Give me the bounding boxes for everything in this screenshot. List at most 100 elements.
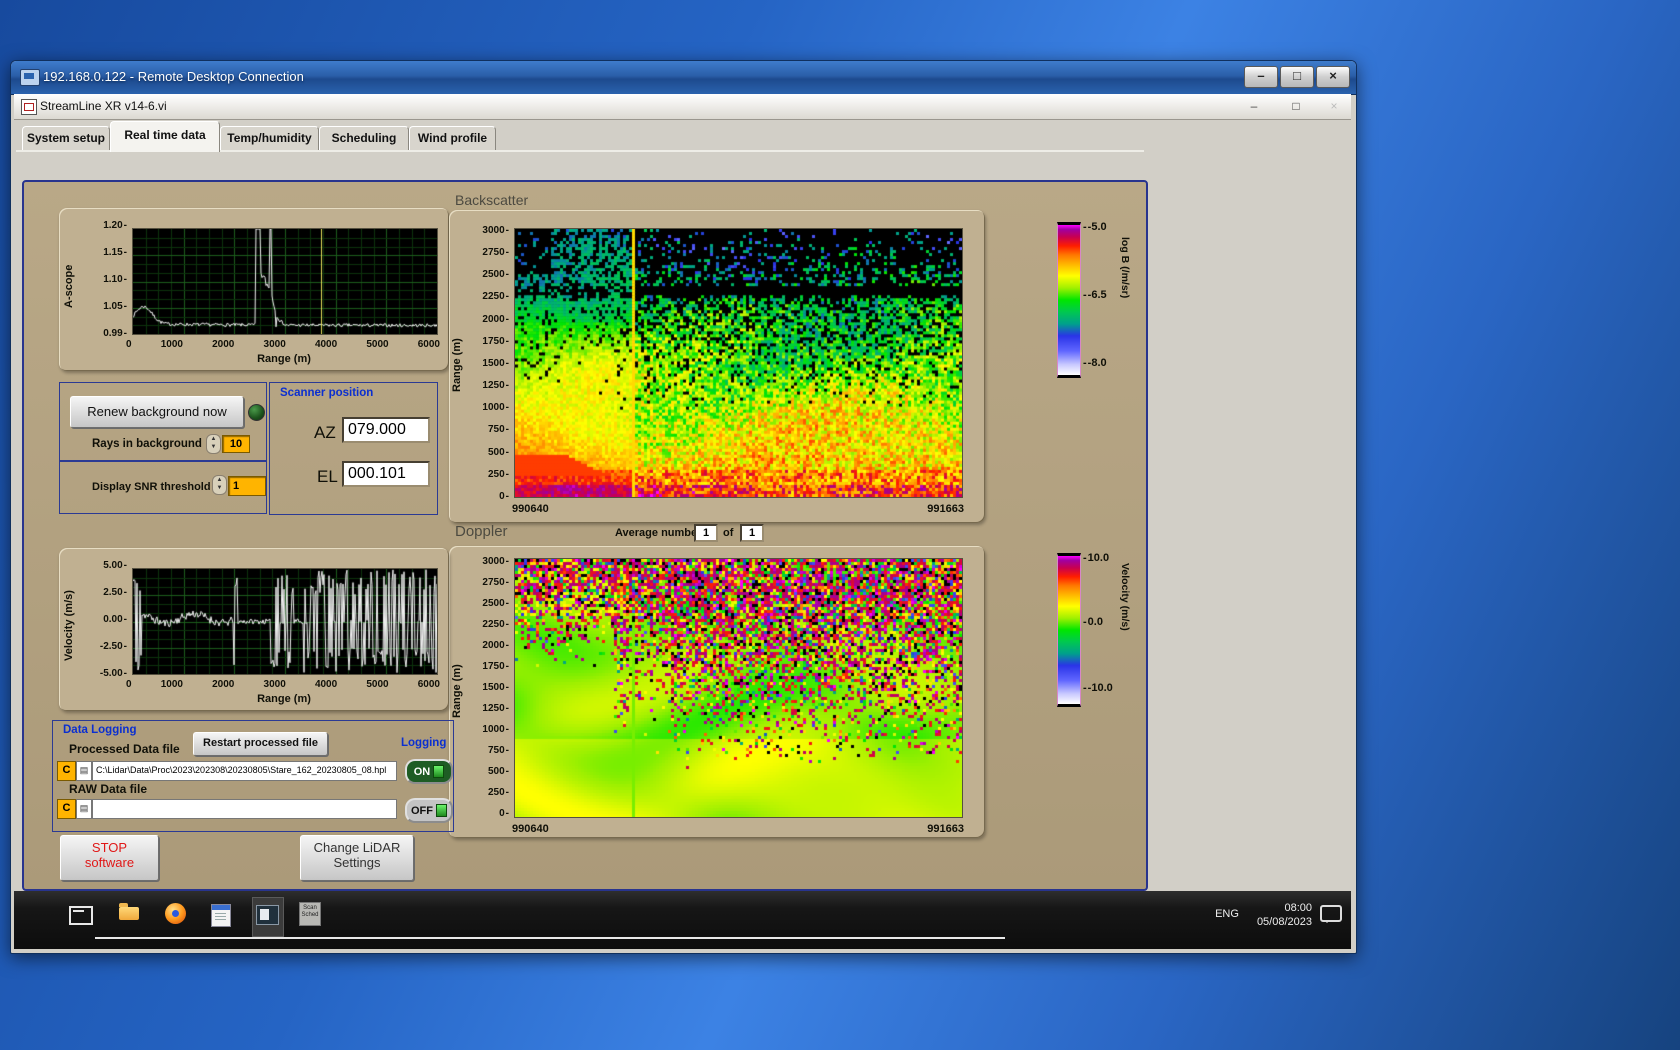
- taskbar-clock[interactable]: 08:00 05/08/2023: [1246, 901, 1312, 929]
- velocity-x-axis-label: Range (m): [257, 693, 311, 705]
- restart-processed-file-button[interactable]: Restart processed file: [193, 732, 328, 756]
- velocity-y-axis-label: Velocity (m/s): [63, 590, 75, 662]
- scan-scheduler-icon[interactable]: Scan Sched: [299, 902, 321, 926]
- rays-value-field[interactable]: 10: [222, 435, 250, 453]
- scanner-position-title: Scanner position: [280, 387, 374, 399]
- tab-wind-profile[interactable]: Wind profile: [409, 126, 496, 151]
- streamline-app-icon[interactable]: [254, 901, 280, 927]
- velocity-plot: [132, 568, 438, 675]
- remote-desktop: StreamLine XR v14-6.vi – □ × System setu…: [14, 94, 1351, 949]
- vi-minimize-button[interactable]: –: [1240, 97, 1268, 116]
- velocity-y-ticks: 5.002.500.00-2.50-5.00: [83, 561, 127, 679]
- backscatter-cb-tick-mid: -6.5: [1083, 289, 1107, 301]
- stop-software-button[interactable]: STOP software: [60, 835, 159, 881]
- rdp-window: 192.168.0.122 - Remote Desktop Connectio…: [10, 60, 1357, 954]
- raw-drive-selector[interactable]: C: [57, 799, 76, 819]
- logging-off-led-icon: [436, 804, 447, 817]
- ascope-x-axis-label: Range (m): [257, 353, 311, 365]
- rdp-minimize-button[interactable]: –: [1244, 66, 1278, 88]
- snr-value-field[interactable]: 1: [228, 476, 266, 496]
- logging-off-toggle[interactable]: OFF: [405, 798, 453, 823]
- logging-label: Logging: [401, 737, 447, 749]
- rdp-close-button[interactable]: ×: [1316, 66, 1350, 88]
- rays-in-background-label: Rays in background: [92, 438, 202, 450]
- backscatter-title: Backscatter: [455, 192, 529, 208]
- taskbar-divider: [95, 937, 1005, 939]
- firefox-icon[interactable]: [162, 901, 188, 927]
- language-indicator[interactable]: ENG: [1210, 899, 1244, 929]
- doppler-cb-label: Velocity (m/s): [1119, 563, 1131, 631]
- backscatter-cb-tick-max: -5.0: [1083, 221, 1107, 233]
- rdp-maximize-button[interactable]: □: [1280, 66, 1314, 88]
- raw-browse-icon[interactable]: ▤: [76, 799, 92, 819]
- vi-app-icon: [21, 99, 37, 115]
- rdp-window-title: 192.168.0.122 - Remote Desktop Connectio…: [43, 69, 304, 84]
- background-controls-group: Renew background now Rays in background …: [59, 382, 267, 462]
- data-logging-group: Data Logging Processed Data file Restart…: [52, 720, 454, 832]
- notepad-icon[interactable]: [208, 901, 234, 927]
- backscatter-cb-label: log B (/m/sr): [1119, 237, 1131, 299]
- backscatter-y-ticks: 3000275025002250200017501500125010007505…: [463, 226, 509, 502]
- raw-path-field[interactable]: [92, 799, 397, 819]
- logging-off-label: OFF: [411, 804, 433, 817]
- el-label: EL: [317, 467, 338, 486]
- vi-close-button[interactable]: ×: [1320, 97, 1348, 116]
- doppler-title: Doppler: [455, 523, 508, 540]
- tab-scheduling[interactable]: Scheduling: [319, 126, 409, 151]
- vi-restore-button[interactable]: □: [1282, 97, 1310, 116]
- clock-time: 08:00: [1284, 902, 1312, 914]
- renew-background-button[interactable]: Renew background now: [70, 396, 244, 428]
- average-number-field[interactable]: 1: [694, 524, 718, 542]
- average-total-field[interactable]: 1: [740, 524, 764, 542]
- doppler-x-ticks: 990640 991663: [512, 823, 964, 835]
- real-time-data-panel: A-scope 1.201.151.101.050.99 01000200030…: [22, 180, 1148, 891]
- tab-temp-humidity[interactable]: Temp/humidity: [220, 126, 319, 151]
- el-value-field[interactable]: 000.101: [342, 461, 430, 487]
- ascope-plot: [132, 228, 438, 335]
- task-view-icon[interactable]: [68, 901, 94, 927]
- ascope-y-axis-label: A-scope: [63, 264, 75, 308]
- logging-on-led-icon: [433, 765, 445, 778]
- az-label: AZ: [314, 423, 336, 442]
- desktop: { "window": { "rdp_title": "192.168.0.12…: [0, 0, 1680, 1050]
- processed-drive-selector[interactable]: C: [57, 761, 76, 781]
- vi-window-title: StreamLine XR v14-6.vi: [40, 99, 167, 113]
- tab-real-time-data[interactable]: Real time data: [110, 121, 220, 152]
- renew-background-led: [248, 404, 265, 421]
- backscatter-x-max: 991663: [927, 503, 964, 515]
- rdp-titlebar[interactable]: 192.168.0.122 - Remote Desktop Connectio…: [11, 61, 1356, 95]
- doppler-cb-tick-mid: 0.0: [1083, 616, 1103, 628]
- rays-spinner[interactable]: ▲ ▼: [206, 434, 221, 454]
- rdp-monitor-icon: [20, 69, 40, 86]
- clock-date: 05/08/2023: [1256, 916, 1312, 928]
- velocity-graph: Velocity (m/s) 5.002.500.00-2.50-5.00 01…: [59, 548, 449, 711]
- stop-button-line1: STOP: [91, 840, 128, 855]
- backscatter-graph: Range (m) 300027502500225020001750150012…: [449, 210, 985, 523]
- notification-icon[interactable]: [1320, 905, 1342, 923]
- processed-path-field[interactable]: C:\Lidar\Data\Proc\2023\202308\20230805\…: [92, 761, 397, 781]
- backscatter-cb-tick-min: -8.0: [1083, 357, 1107, 369]
- ascope-x-ticks: 0 1000 2000 3000 4000 5000 6000: [126, 339, 440, 350]
- vi-titlebar[interactable]: StreamLine XR v14-6.vi – □ ×: [14, 94, 1351, 120]
- az-value-field[interactable]: 079.000: [342, 417, 430, 443]
- data-logging-title: Data Logging: [63, 724, 137, 736]
- backscatter-colorbar: [1057, 222, 1081, 378]
- taskbar: Scan Sched ENG 08:00 05/08/2023: [14, 891, 1351, 949]
- doppler-plot: [514, 558, 963, 818]
- velocity-x-ticks: 0 1000 2000 3000 4000 5000 6000: [126, 679, 440, 690]
- tab-system-setup[interactable]: System setup: [22, 126, 110, 151]
- doppler-x-min: 990640: [512, 823, 549, 835]
- raw-data-file-label: RAW Data file: [69, 782, 148, 796]
- file-explorer-icon[interactable]: [116, 901, 142, 927]
- processed-browse-icon[interactable]: ▤: [76, 761, 92, 781]
- average-number-label: Average number: [615, 527, 702, 539]
- stop-button-line2: software: [84, 855, 135, 870]
- doppler-cb-tick-max: 10.0: [1083, 552, 1109, 564]
- backscatter-y-axis-label: Range (m): [451, 338, 463, 392]
- doppler-graph: Range (m) 300027502500225020001750150012…: [449, 546, 985, 838]
- doppler-colorbar: [1057, 553, 1081, 707]
- snr-spinner[interactable]: ▲ ▼: [212, 475, 227, 495]
- logging-on-toggle[interactable]: ON: [405, 759, 453, 784]
- change-lidar-settings-button[interactable]: Change LiDAR Settings: [300, 835, 414, 881]
- doppler-x-max: 991663: [927, 823, 964, 835]
